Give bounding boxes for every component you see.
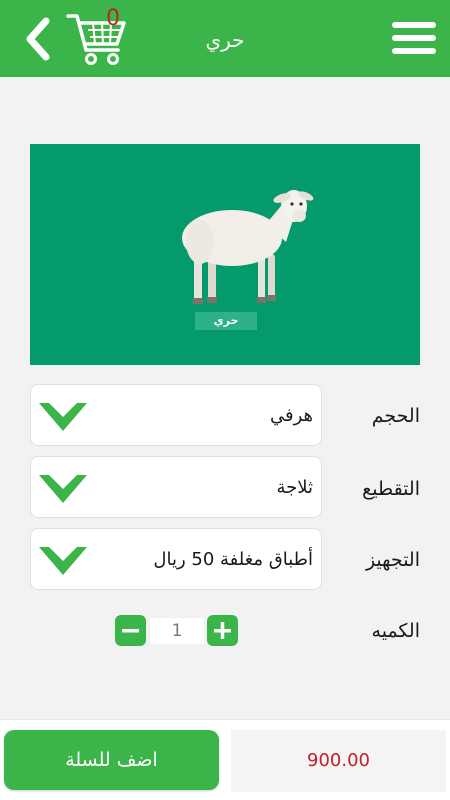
- minus-icon: [122, 629, 139, 633]
- back-button[interactable]: [22, 17, 54, 61]
- product-image: حري: [30, 144, 420, 365]
- size-select[interactable]: هرفي: [30, 384, 322, 446]
- price-display: 900.00: [231, 730, 446, 792]
- preparation-label: التجهيز: [365, 549, 420, 571]
- quantity-value[interactable]: 1: [150, 618, 204, 644]
- quantity-label: الكميه: [371, 620, 420, 642]
- cart-count-badge: 0: [106, 6, 120, 31]
- back-arrow-icon: [26, 17, 50, 61]
- size-label: الحجم: [371, 405, 420, 427]
- sheep-illustration: [182, 190, 314, 304]
- cutting-label: التقطيع: [362, 478, 420, 500]
- cutting-select[interactable]: ثلاجة: [30, 456, 322, 518]
- menu-button[interactable]: [390, 18, 438, 58]
- cutting-select-value: ثلاجة: [276, 477, 313, 498]
- increase-quantity-button[interactable]: [207, 615, 238, 646]
- size-select-value: هرفي: [269, 405, 313, 426]
- menu-icon: [392, 22, 436, 54]
- preparation-select[interactable]: أطباق مغلفة 50 ريال: [30, 528, 322, 590]
- plus-icon: [214, 622, 231, 639]
- add-to-cart-button[interactable]: اضف للسلة: [4, 730, 219, 790]
- top-bar: 0 حري: [0, 0, 450, 77]
- page-title: حري: [205, 28, 245, 52]
- decrease-quantity-button[interactable]: [115, 615, 146, 646]
- chevron-down-icon: [39, 403, 87, 431]
- bottom-bar: اضف للسلة 900.00: [0, 719, 450, 800]
- chevron-down-icon: [39, 547, 87, 575]
- preparation-select-value: أطباق مغلفة 50 ريال: [153, 549, 313, 570]
- image-caption: حري: [195, 312, 257, 330]
- chevron-down-icon: [39, 475, 87, 503]
